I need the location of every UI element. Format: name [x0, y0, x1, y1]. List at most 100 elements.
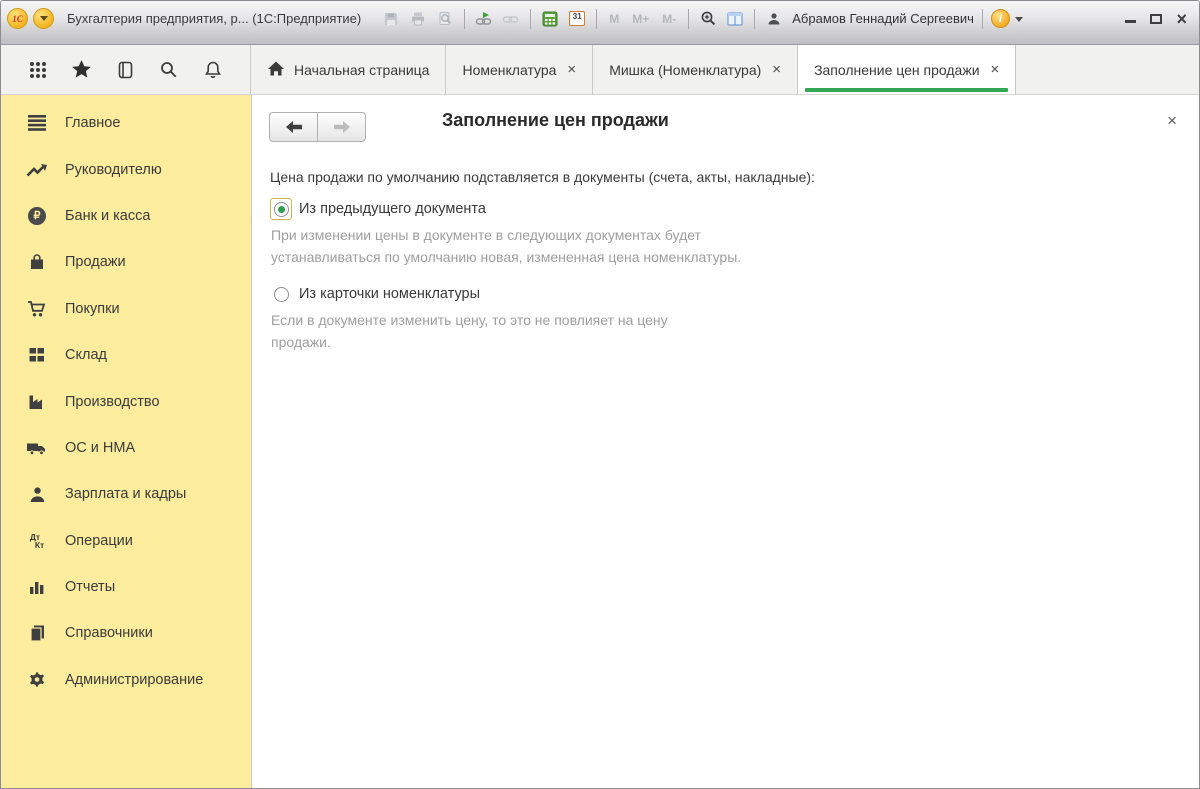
toolbar-separator [530, 9, 531, 29]
focus-ring [270, 198, 292, 220]
tab-label: Номенклатура [462, 62, 556, 78]
trend-chart-icon [25, 159, 49, 181]
sidebar-item-label: Справочники [65, 625, 153, 641]
forward-button[interactable] [317, 112, 366, 142]
back-arrow-icon [285, 121, 303, 133]
info-button[interactable]: i [991, 9, 1010, 28]
tab-close-icon[interactable]: × [991, 61, 1000, 78]
1c-logo-icon: 1С [7, 8, 28, 29]
sidebar-item-label: Операции [65, 533, 133, 549]
option-label[interactable]: Из карточки номенклатуры [299, 286, 480, 302]
radio-from-item-card[interactable] [274, 287, 289, 302]
tab-label: Мишка (Номенклатура) [609, 62, 761, 78]
print-preview-icon[interactable] [434, 9, 456, 29]
sidebar-item-label: Отчеты [65, 579, 115, 595]
gear-icon [25, 669, 49, 691]
sidebar-item-directories[interactable]: Справочники [1, 610, 251, 656]
search-icon[interactable] [156, 57, 182, 83]
calendar-icon[interactable]: 31 [566, 9, 588, 29]
app-window: 1С Бухгалтерия предприятия, р... (1С:Пре… [0, 0, 1200, 789]
split-window-icon[interactable] [724, 9, 746, 29]
window-close-button[interactable]: × [1176, 11, 1187, 27]
sidebar-item-sales[interactable]: Продажи [1, 239, 251, 285]
minimize-button[interactable] [1125, 20, 1136, 23]
shopping-bag-icon [25, 251, 49, 273]
toolbar-separator [754, 9, 755, 29]
current-user-name[interactable]: Абрамов Геннадий Сергеевич [792, 11, 974, 26]
tab-label: Заполнение цен продажи [814, 62, 979, 78]
main-menu-button[interactable] [33, 8, 54, 29]
factory-icon [25, 391, 49, 413]
forward-arrow-icon [333, 121, 351, 133]
truck-icon [25, 437, 49, 459]
tab-close-icon[interactable]: × [567, 61, 576, 78]
sidebar-item-purchases[interactable]: Покупки [1, 286, 251, 332]
memory-minus-button[interactable]: M- [658, 12, 680, 26]
sidebar-item-label: Склад [65, 347, 107, 363]
history-nav-buttons [269, 112, 366, 142]
person-icon [25, 483, 49, 505]
toolbar-separator [688, 9, 689, 29]
bar-chart-icon [25, 576, 49, 598]
sidebar-item-label: ОС и НМА [65, 440, 135, 456]
calculator-icon[interactable] [539, 9, 561, 29]
tab-strip: Начальная страница Номенклатура × Мишка … [1, 45, 1199, 95]
back-button[interactable] [269, 112, 318, 142]
favorites-star-icon[interactable] [69, 57, 95, 83]
sidebar-item-label: Покупки [65, 301, 120, 317]
chevron-down-icon[interactable] [1015, 17, 1023, 26]
form-close-button[interactable]: × [1167, 112, 1177, 129]
sidebar-item-salary-hr[interactable]: Зарплата и кадры [1, 471, 251, 517]
memory-plus-button[interactable]: M+ [628, 12, 653, 26]
sidebar-item-bank-cash[interactable]: ₽ Банк и касса [1, 193, 251, 239]
option-from-previous-document[interactable]: Из предыдущего документа [270, 198, 1139, 220]
tab-nomenclature[interactable]: Номенклатура × [446, 45, 593, 94]
history-icon[interactable] [112, 57, 138, 83]
sidebar-item-label: Главное [65, 115, 120, 131]
option-hint: При изменении цены в документе в следующ… [271, 224, 1139, 268]
memory-recall-button[interactable]: M [605, 12, 623, 26]
sidebar-item-label: Производство [65, 394, 160, 410]
sidebar-item-label: Банк и касса [65, 208, 150, 224]
menu-lines-icon [25, 112, 49, 134]
main-content: Заполнение цен продажи × Цена продажи по… [251, 95, 1199, 788]
option-hint: Если в документе изменить цену, то это н… [271, 309, 1139, 353]
focus-ring-placeholder [270, 283, 292, 305]
option-from-item-card[interactable]: Из карточки номенклатуры [270, 283, 1139, 305]
intro-text: Цена продажи по умолчанию подставляется … [270, 169, 1139, 185]
debit-credit-icon: ДтКт [25, 530, 49, 552]
sidebar-item-label: Зарплата и кадры [65, 486, 186, 502]
sidebar-item-label: Администрирование [65, 672, 203, 688]
sidebar-item-main[interactable]: Главное [1, 100, 251, 146]
tab-label: Начальная страница [294, 62, 429, 78]
chevron-down-icon [40, 16, 48, 25]
tab-fill-sale-prices[interactable]: Заполнение цен продажи × [798, 45, 1016, 94]
documents-stack-icon [25, 622, 49, 644]
radio-from-previous-document[interactable] [274, 202, 289, 217]
zoom-icon[interactable] [697, 9, 719, 29]
tab-close-icon[interactable]: × [772, 61, 781, 78]
sidebar-item-reports[interactable]: Отчеты [1, 564, 251, 610]
ruble-circle-icon: ₽ [25, 205, 49, 227]
sidebar-item-operations[interactable]: ДтКт Операции [1, 518, 251, 564]
user-icon [763, 9, 785, 29]
go-to-link-icon[interactable] [473, 9, 495, 29]
get-link-icon[interactable] [500, 9, 522, 29]
sections-grid-icon[interactable] [25, 57, 51, 83]
tab-home[interactable]: Начальная страница [251, 45, 446, 94]
save-icon[interactable] [380, 9, 402, 29]
sidebar-item-production[interactable]: Производство [1, 378, 251, 424]
home-icon [267, 60, 285, 80]
panel-icons [1, 45, 251, 94]
notifications-bell-icon[interactable] [200, 57, 226, 83]
option-label[interactable]: Из предыдущего документа [299, 201, 486, 217]
maximize-button[interactable] [1150, 14, 1162, 24]
tab-mishka[interactable]: Мишка (Номенклатура) × [593, 45, 798, 94]
sidebar-item-manager[interactable]: Руководителю [1, 146, 251, 192]
sidebar-item-fixed-assets[interactable]: ОС и НМА [1, 425, 251, 471]
title-bar: 1С Бухгалтерия предприятия, р... (1С:Пре… [1, 1, 1199, 45]
sidebar-item-administration[interactable]: Администрирование [1, 657, 251, 703]
toolbar-separator [464, 9, 465, 29]
sidebar-item-warehouse[interactable]: Склад [1, 332, 251, 378]
print-icon[interactable] [407, 9, 429, 29]
